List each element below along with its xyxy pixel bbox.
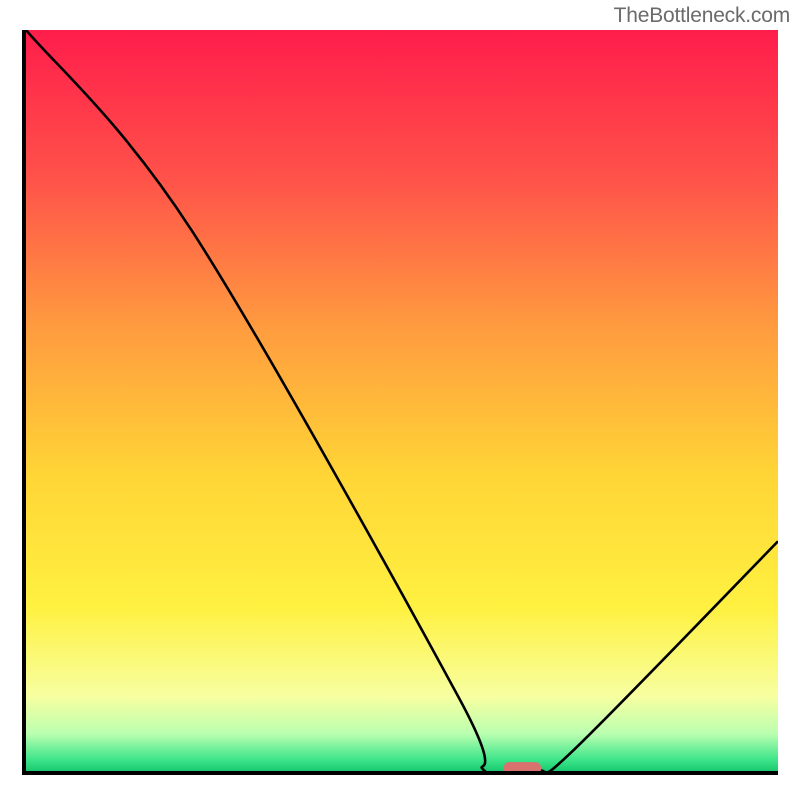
chart-area xyxy=(22,30,778,775)
chart-background-gradient xyxy=(26,30,778,771)
watermark-label: TheBottleneck.com xyxy=(614,4,790,28)
